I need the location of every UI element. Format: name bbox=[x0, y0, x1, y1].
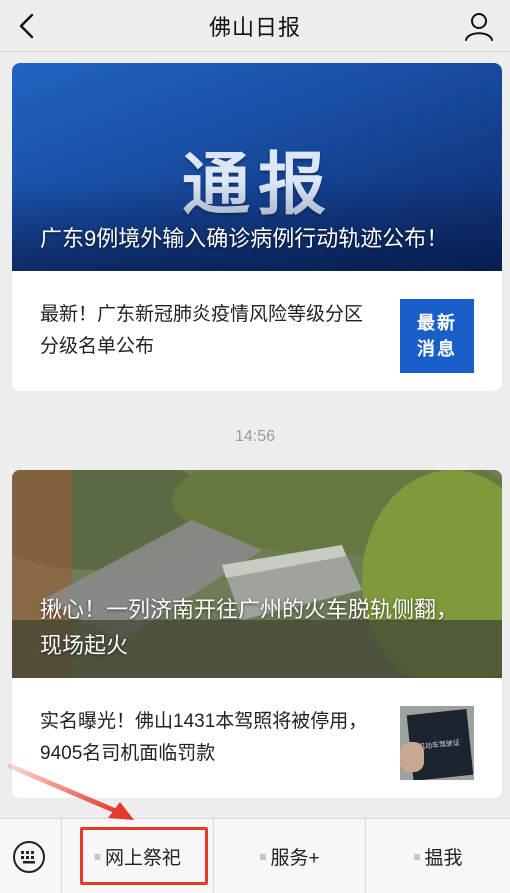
article-headline: 揪心！一列济南开往广州的火车脱轨侧翻，现场起火 bbox=[40, 597, 459, 658]
menu-lines-icon: ≡ bbox=[413, 849, 421, 864]
user-icon[interactable] bbox=[462, 9, 496, 43]
article-headline: 广东9例境外输入确诊病例行动轨迹公布！ bbox=[40, 226, 449, 251]
menu-lines-icon: ≡ bbox=[259, 849, 267, 864]
keyboard-toggle-button[interactable] bbox=[0, 819, 62, 893]
thumb-label-line2: 消息 bbox=[417, 339, 457, 359]
article-hero[interactable]: 通报 广东9例境外输入确诊病例行动轨迹公布！ bbox=[12, 63, 502, 271]
article-sub-item[interactable]: 最新！广东新冠肺炎疫情风险等级分区分级名单公布 最新 消息 bbox=[12, 271, 502, 391]
article-hero[interactable]: 揪心！一列济南开往广州的火车脱轨侧翻，现场起火 bbox=[12, 470, 502, 678]
menu-item-label: 服务+ bbox=[270, 848, 320, 869]
top-nav-bar: 佛山日报 bbox=[0, 0, 510, 52]
news-thumbnail: 最新 消息 bbox=[400, 299, 474, 373]
article-card: 揪心！一列济南开往广州的火车脱轨侧翻，现场起火 实名曝光！佛山1431本驾照将被… bbox=[12, 470, 502, 798]
message-timestamp: 14:56 bbox=[234, 428, 276, 445]
article-card: 通报 广东9例境外输入确诊病例行动轨迹公布！ 最新！广东新冠肺炎疫情风险等级分区… bbox=[12, 63, 502, 391]
menu-item-services[interactable]: ≡ 服务+ bbox=[214, 819, 366, 893]
menu-item-label: 揾我 bbox=[424, 848, 463, 869]
keyboard-icon bbox=[13, 841, 45, 873]
page-title: 佛山日报 bbox=[208, 15, 301, 40]
menu-item-find-me[interactable]: ≡ 揾我 bbox=[366, 819, 510, 893]
annotation-arrow-icon bbox=[7, 763, 134, 820]
hand-shape bbox=[400, 742, 424, 772]
wechat-article-list: 佛山日报 通报 广东9例境外输入确诊病例行动轨迹公布！ 最新！广东新冠肺炎疫情风… bbox=[0, 0, 510, 893]
highlight-box bbox=[80, 827, 208, 885]
thumb-label-line1: 最新 bbox=[417, 313, 457, 333]
article-sub-title: 最新！广东新冠肺炎疫情风险等级分区分级名单公布 bbox=[40, 304, 364, 357]
license-thumbnail: 机动车驾驶证 bbox=[400, 706, 474, 780]
